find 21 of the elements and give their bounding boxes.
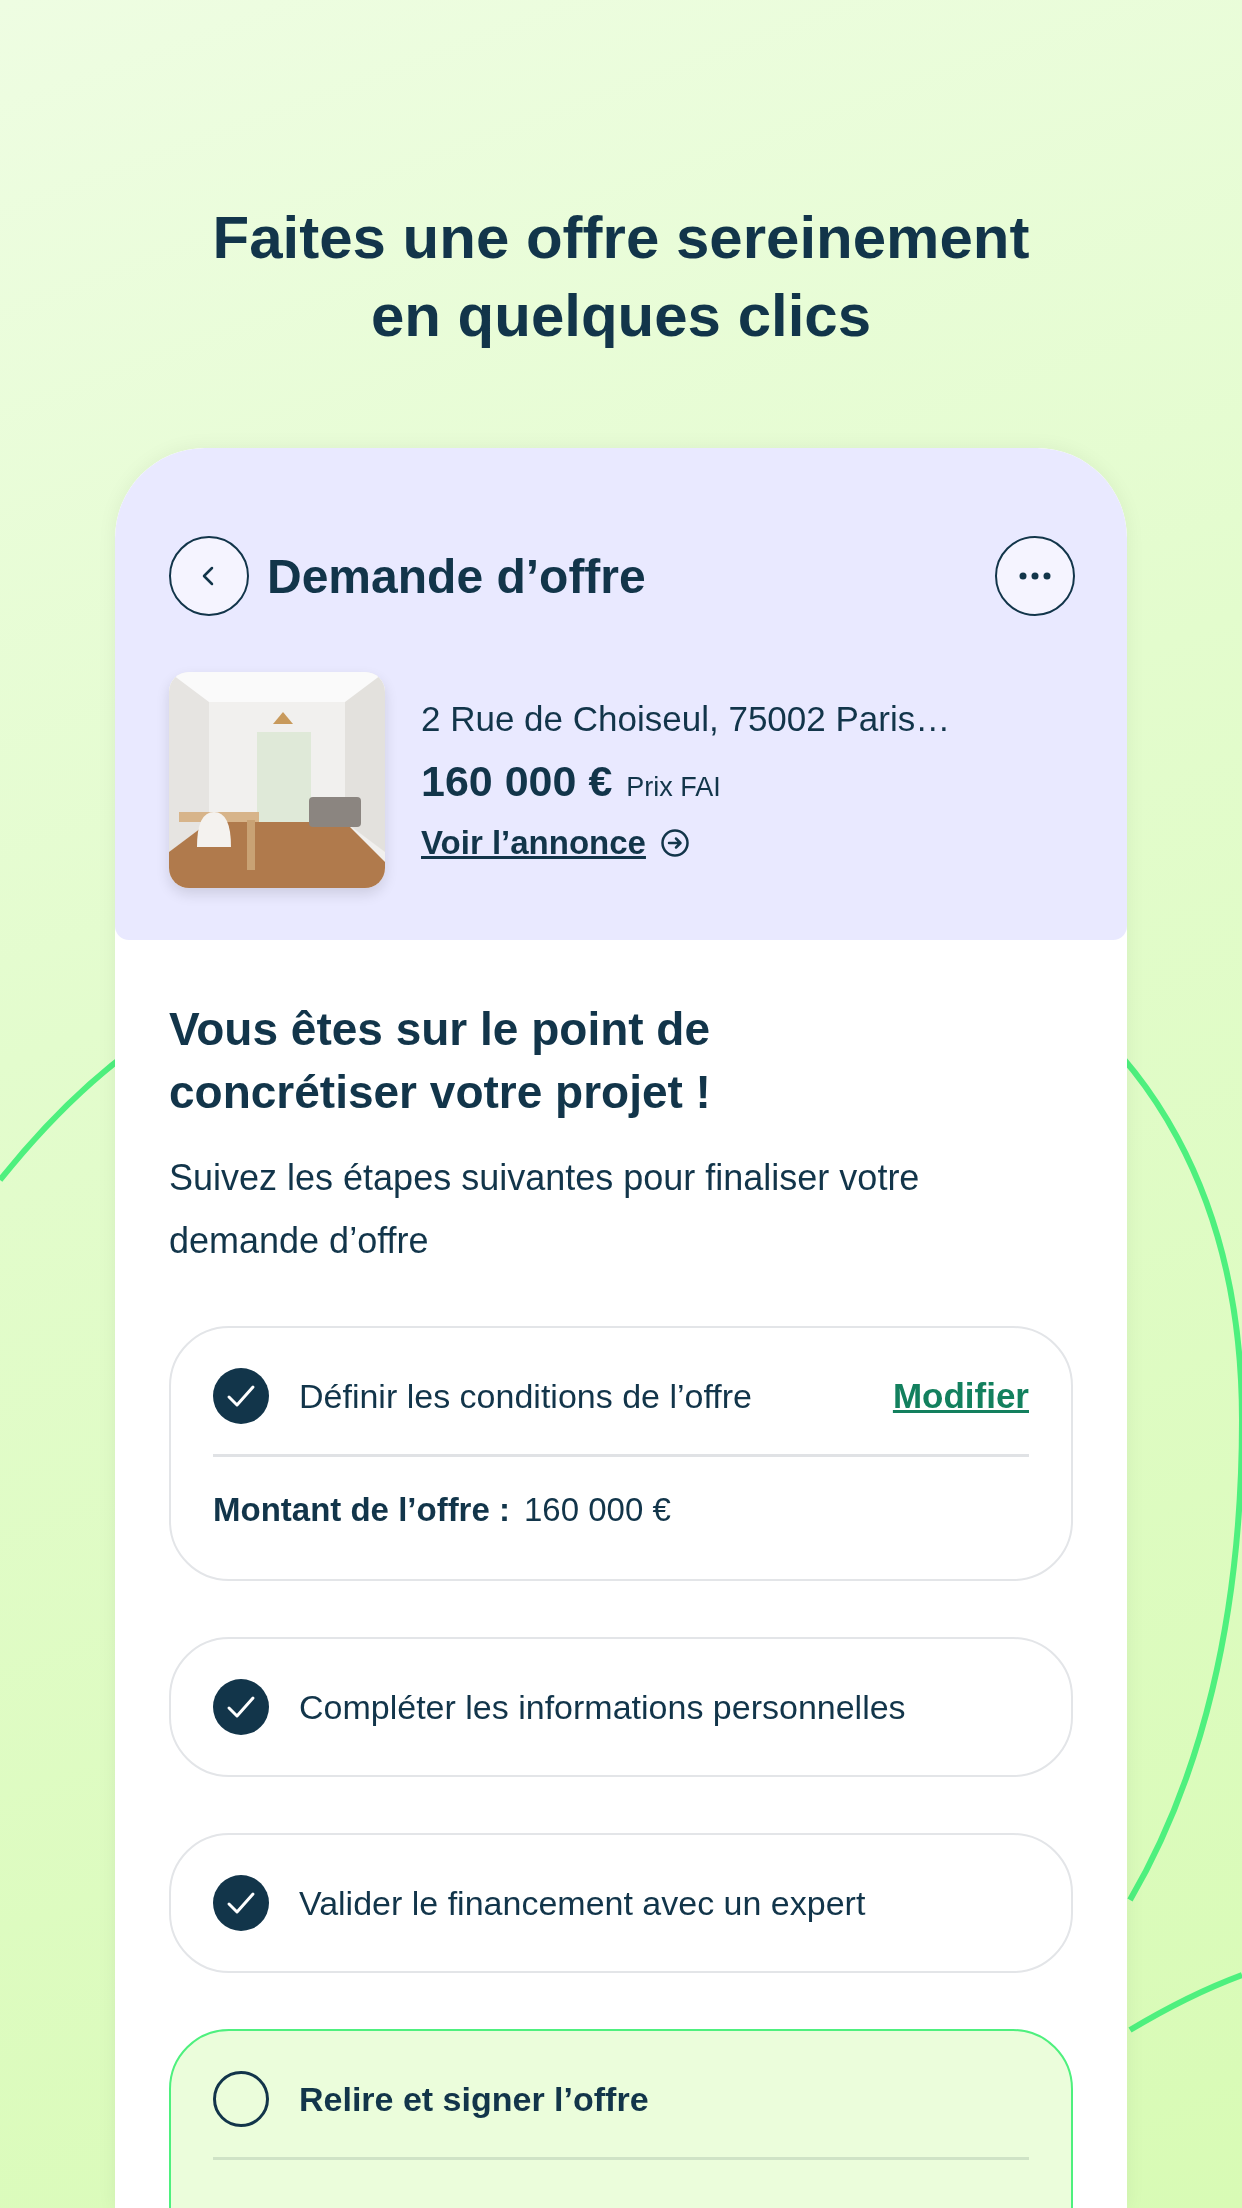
step-label: Valider le financement avec un expert (299, 1883, 867, 1923)
step-label: Définir les conditions de l’offre (299, 1376, 753, 1416)
page-title: Demande d’offre (267, 548, 647, 604)
more-icon (1018, 572, 1052, 580)
step-card[interactable]: Définir les conditions de l’offre Modifier Montant de l’offre : 160 000 € (169, 1326, 1073, 1581)
arrow-circle-icon (659, 827, 690, 858)
step-label: Relire et signer l’offre (299, 2079, 650, 2119)
amount-label: Montant de l’offre : (213, 1491, 510, 1529)
intro-heading: Vous êtes sur le point de concrétiser votre projet ! (169, 1002, 712, 1120)
modify-link[interactable]: Modifier (892, 1376, 1029, 1416)
view-listing-link[interactable]: Voir l’annonce (421, 823, 690, 862)
listing-price: 160 000 € (421, 756, 613, 806)
price-note: Prix FAI (626, 771, 721, 803)
headline: Faites une offre sereinement en quelques clics (211, 203, 1031, 351)
step-card[interactable]: Valider le financement avec un expert (169, 1833, 1073, 1973)
step-label: Compléter les informations personnelles (299, 1687, 907, 1727)
amount-value: 160 000 € (523, 1491, 671, 1529)
listing-address: 2 Rue de Choiseul, 75002 Paris… (421, 698, 951, 739)
step-card[interactable]: Relire et signer l’offre (169, 2029, 1073, 2208)
step-card[interactable]: Compléter les informations personnelles (169, 1637, 1073, 1777)
intro-text: Suivez les étapes suivantes pour finaliser votre demande d’offre (169, 1156, 921, 1263)
